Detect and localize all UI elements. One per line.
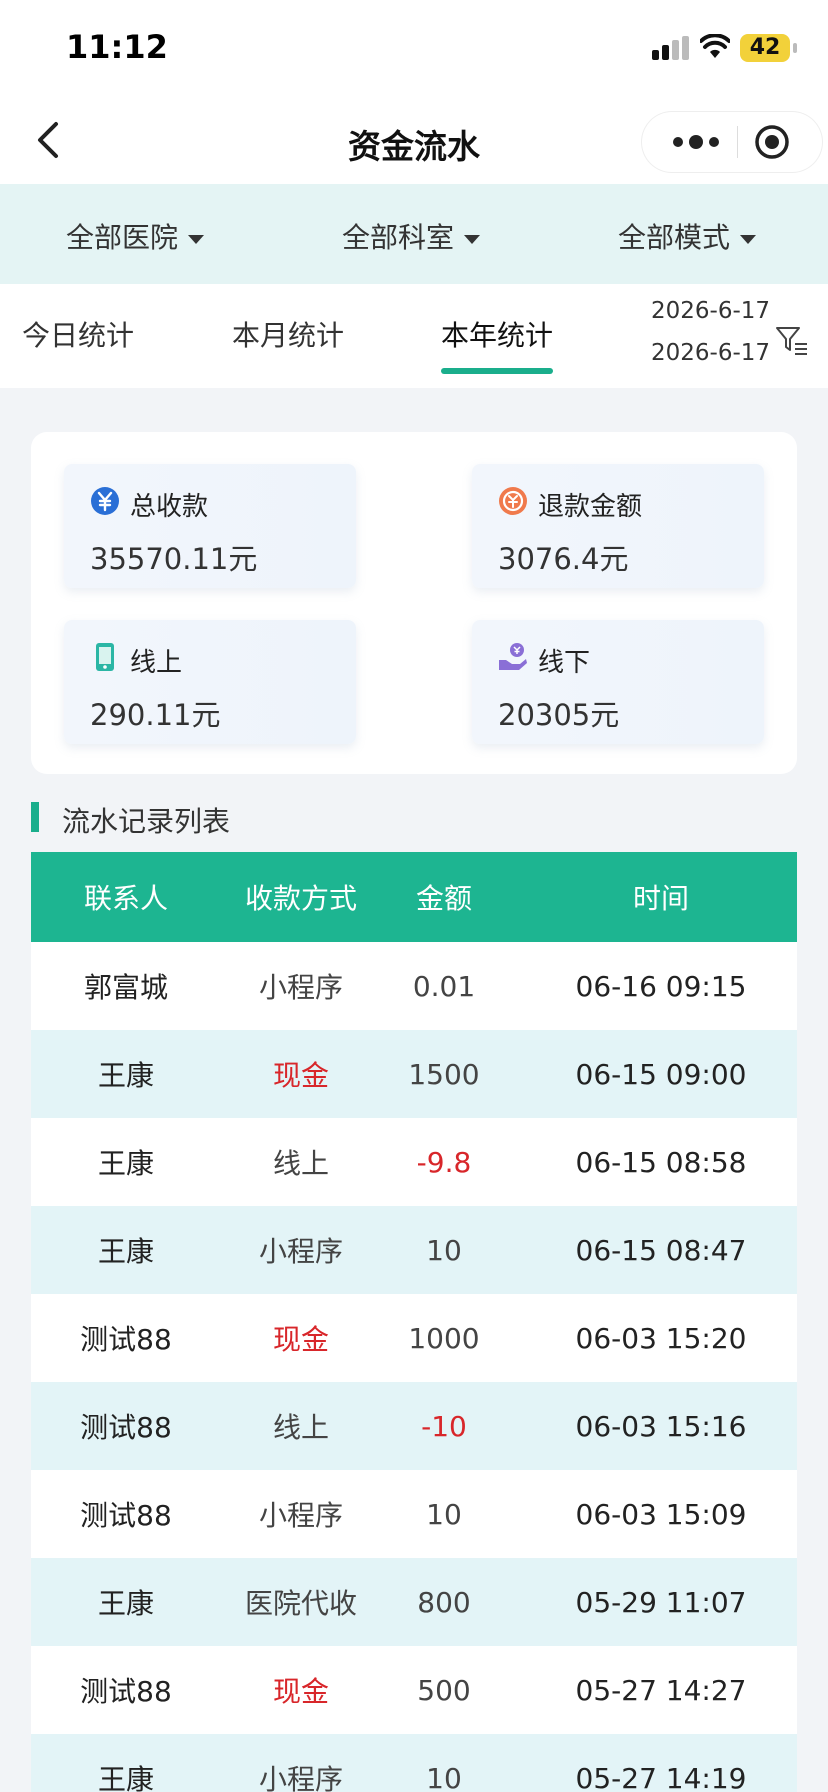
table-row[interactable]: 王康 小程序 10 05-27 14:19 xyxy=(31,1734,797,1792)
date-range-end[interactable]: 2026-6-17 xyxy=(651,340,770,366)
section-title: 流水记录列表 xyxy=(62,805,231,838)
cell-time: 06-03 15:20 xyxy=(575,1321,747,1355)
table-row[interactable]: 测试88 线上 -10 06-03 15:16 xyxy=(31,1382,797,1470)
stat-label: 退款金额 xyxy=(538,492,643,522)
tab-today[interactable]: 今日统计 xyxy=(22,314,134,354)
refund-icon xyxy=(499,487,527,515)
mode-filter[interactable]: 全部模式 xyxy=(618,216,757,256)
caret-down-icon xyxy=(464,234,481,244)
summary-card: 总收款 35570.11元 退款金额 3076.4元 线上 290.11元 线下… xyxy=(31,432,797,774)
stat-total-received: 总收款 35570.11元 xyxy=(64,464,356,588)
cell-time: 06-15 08:58 xyxy=(575,1145,747,1179)
header-time: 时间 xyxy=(632,882,689,915)
table-body: 郭富城 小程序 0.01 06-16 09:15 王康 现金 1500 06-15 09:00… xyxy=(31,942,797,1792)
more-icon[interactable] xyxy=(664,128,728,156)
table-row[interactable]: 测试88 现金 500 05-27 14:27 xyxy=(31,1646,797,1734)
stat-value: 3076.4元 xyxy=(498,542,629,576)
hospital-filter[interactable]: 全部医院 xyxy=(66,216,205,256)
table-row[interactable]: 王康 小程序 10 06-15 08:47 xyxy=(31,1206,797,1294)
cell-time: 05-27 14:19 xyxy=(575,1761,747,1792)
capsule-divider xyxy=(737,126,738,158)
transactions-table: 联系人 收款方式 金额 时间 郭富城 小程序 0.01 06-16 09:15 王康 现金… xyxy=(31,852,797,1792)
mini-program-capsule xyxy=(642,112,822,172)
mode-filter-label: 全部模式 xyxy=(618,221,731,254)
department-filter[interactable]: 全部科室 xyxy=(342,216,481,256)
yuan-coin-icon xyxy=(91,487,119,515)
stat-offline: 线下 20305元 xyxy=(472,620,764,744)
filter-funnel-icon[interactable] xyxy=(775,324,809,358)
stat-value: 20305元 xyxy=(498,698,620,732)
active-tab-indicator xyxy=(441,368,553,374)
table-row[interactable]: 王康 医院代收 800 05-29 11:07 xyxy=(31,1558,797,1646)
stat-value: 290.11元 xyxy=(90,698,221,732)
cell-time: 06-16 09:15 xyxy=(575,969,747,1003)
cell-time: 06-15 09:00 xyxy=(575,1057,747,1091)
table-row[interactable]: 测试88 小程序 10 06-03 15:09 xyxy=(31,1470,797,1558)
table-header: 联系人 收款方式 金额 时间 xyxy=(31,852,797,942)
stat-value: 35570.11元 xyxy=(90,542,258,576)
stat-refund-amount: 退款金额 3076.4元 xyxy=(472,464,764,588)
wifi-icon xyxy=(700,34,730,58)
stat-online: 线上 290.11元 xyxy=(64,620,356,744)
stat-label: 总收款 xyxy=(130,492,209,522)
cell-time: 05-27 14:27 xyxy=(575,1673,747,1707)
stat-label: 线下 xyxy=(538,648,591,678)
nav-bar: 资金流水 xyxy=(0,96,828,184)
stat-label: 线上 xyxy=(130,648,183,678)
hospital-filter-label: 全部医院 xyxy=(66,221,179,254)
table-row[interactable]: 王康 线上 -9.8 06-15 08:58 xyxy=(31,1118,797,1206)
cell-time: 06-15 08:47 xyxy=(575,1233,747,1267)
status-bar: 11:12 42 xyxy=(0,0,828,96)
table-row[interactable]: 测试88 现金 1000 06-03 15:20 xyxy=(31,1294,797,1382)
date-range-start[interactable]: 2026-6-17 xyxy=(651,298,770,324)
mobile-phone-icon xyxy=(96,643,114,671)
cell-time: 05-29 11:07 xyxy=(575,1585,747,1619)
caret-down-icon xyxy=(188,234,205,244)
caret-down-icon xyxy=(740,234,757,244)
close-miniprogram-icon[interactable] xyxy=(754,124,790,160)
cell-time: 06-03 15:09 xyxy=(575,1497,747,1531)
battery-indicator: 42 xyxy=(740,34,797,62)
cell-time: 06-03 15:16 xyxy=(575,1409,747,1443)
hand-money-icon xyxy=(499,643,527,670)
table-row[interactable]: 王康 现金 1500 06-15 09:00 xyxy=(31,1030,797,1118)
table-row[interactable]: 郭富城 小程序 0.01 06-16 09:15 xyxy=(31,942,797,1030)
tab-month[interactable]: 本月统计 xyxy=(232,314,344,354)
department-filter-label: 全部科室 xyxy=(342,221,455,254)
section-accent-bar xyxy=(31,802,39,832)
tab-year[interactable]: 本年统计 xyxy=(441,314,553,354)
stats-tab-bar: 今日统计 本月统计 本年统计 2026-6-17 2026-6-17 xyxy=(0,284,828,388)
status-time: 11:12 xyxy=(66,28,168,66)
filter-bar: 全部医院 全部科室 全部模式 xyxy=(0,184,828,284)
